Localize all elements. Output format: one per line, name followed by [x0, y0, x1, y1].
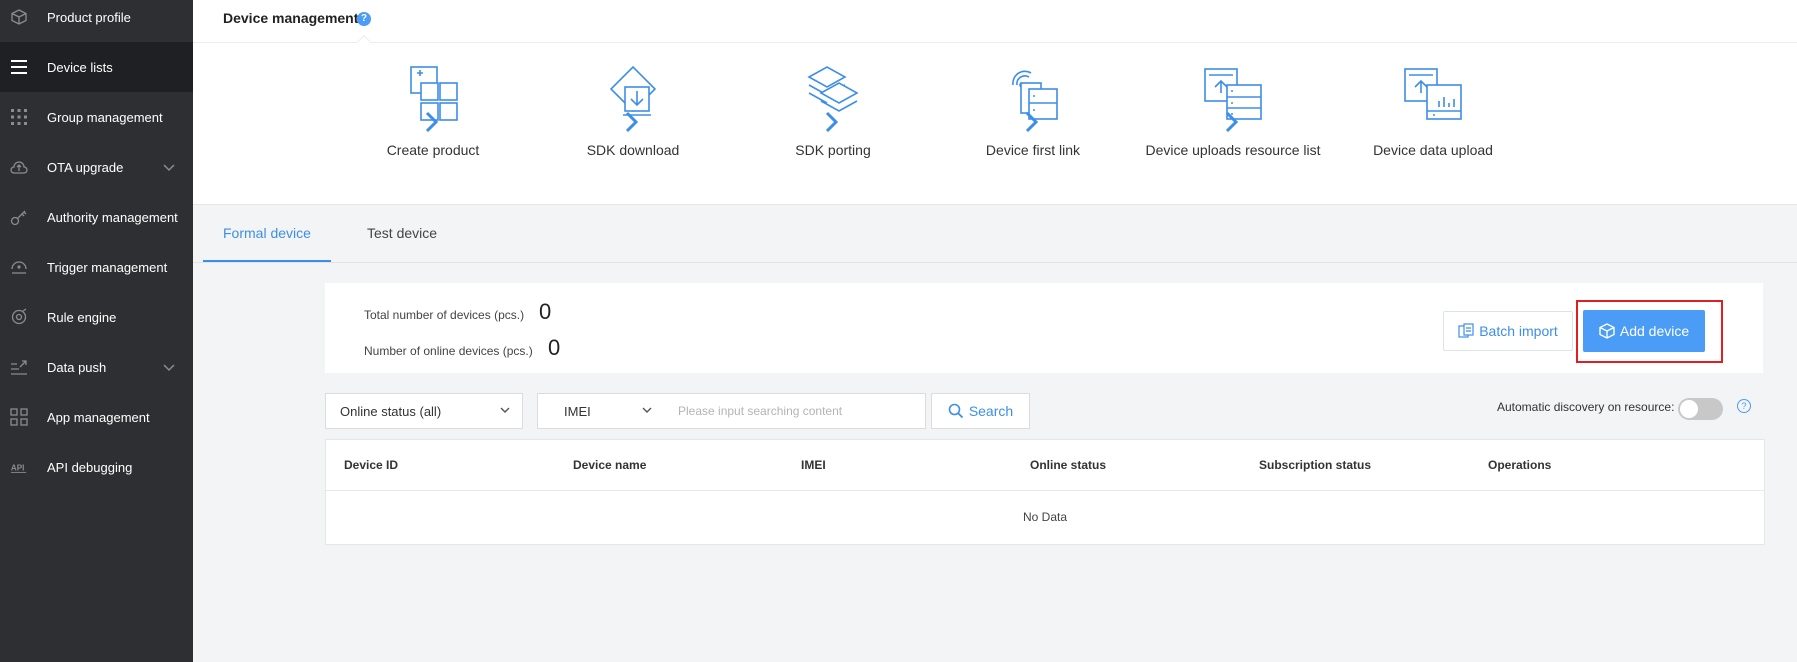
list-icon — [10, 58, 28, 76]
chevron-down-icon[interactable] — [163, 360, 175, 375]
active-tab-indicator — [203, 260, 331, 262]
sidebar-item-label: Rule engine — [47, 309, 117, 325]
online-status-select[interactable]: Online status (all) — [325, 393, 523, 429]
chevron-right-icon — [1025, 111, 1039, 133]
step-label: Device uploads resource list — [1145, 142, 1321, 158]
sidebar-item-rule-engine[interactable]: Rule engine — [0, 292, 193, 342]
search-input[interactable] — [664, 393, 926, 429]
onboarding-steps: Create product SDK download SDK porting … — [193, 43, 1797, 205]
highlight-box — [1576, 300, 1723, 363]
apps-icon — [10, 408, 28, 426]
step-device-data-upload[interactable]: Device data upload — [1333, 63, 1533, 158]
sidebar-item-device-lists[interactable]: Device lists — [0, 42, 193, 92]
auto-discovery-toggle[interactable] — [1678, 398, 1723, 420]
empty-state: No Data — [1022, 510, 1068, 524]
auto-discovery-label: Automatic discovery on resource: — [1497, 400, 1675, 414]
column-header[interactable]: Subscription status — [1259, 458, 1371, 472]
column-header[interactable]: Operations — [1488, 458, 1551, 472]
grid-dots-icon — [10, 108, 28, 126]
toggle-knob — [1680, 400, 1698, 418]
sidebar-item-label: OTA upgrade — [47, 159, 124, 175]
sidebar-item-label: Group management — [47, 109, 163, 125]
chevron-right-icon — [625, 111, 639, 133]
api-icon: API — [10, 458, 28, 476]
sidebar-item-app-management[interactable]: App management — [0, 392, 193, 442]
search-icon — [948, 403, 963, 419]
cloud-upload-icon — [10, 158, 28, 176]
key-icon — [10, 208, 28, 226]
sidebar-item-api-debugging[interactable]: API API debugging — [0, 442, 193, 492]
sidebar-item-label: App management — [47, 409, 150, 425]
sidebar-item-product-profile[interactable]: Product profile — [0, 0, 193, 42]
sidebar-item-group-management[interactable]: Group management — [0, 92, 193, 142]
data-upload-icon — [1395, 63, 1471, 131]
chevron-down-icon — [500, 407, 510, 413]
step-label: Device data upload — [1373, 142, 1493, 158]
sidebar-item-ota-upgrade[interactable]: OTA upgrade — [0, 142, 193, 192]
online-devices-value: 0 — [548, 335, 561, 360]
step-label: SDK porting — [795, 142, 871, 158]
sidebar-item-data-push[interactable]: Data push — [0, 342, 193, 392]
column-header[interactable]: Online status — [1030, 458, 1106, 472]
device-table: Device ID Device name IMEI Online status… — [325, 439, 1765, 545]
help-icon[interactable]: ? — [357, 12, 371, 26]
sidebar-item-label: Authority management — [47, 209, 178, 225]
batch-import-label: Batch import — [1479, 323, 1558, 339]
column-header[interactable]: Device ID — [344, 458, 398, 472]
svg-text:API: API — [11, 464, 24, 473]
chevron-down-icon — [642, 407, 652, 413]
sidebar-item-label: Device lists — [47, 59, 113, 75]
batch-import-icon — [1458, 323, 1474, 338]
batch-import-button[interactable]: Batch import — [1443, 311, 1573, 351]
help-icon[interactable]: ? — [1737, 399, 1751, 413]
sidebar: Product profile Device lists Group manag… — [0, 0, 193, 662]
step-label: Create product — [386, 142, 480, 158]
sidebar-item-label: Data push — [47, 359, 107, 375]
sidebar-item-authority-management[interactable]: Authority management — [0, 192, 193, 242]
push-icon — [10, 358, 28, 376]
column-header[interactable]: Device name — [573, 458, 646, 472]
column-header[interactable]: IMEI — [801, 458, 826, 472]
gear-icon — [10, 308, 28, 326]
online-status-value: Online status (all) — [340, 403, 442, 419]
chevron-down-icon[interactable] — [163, 160, 175, 175]
trigger-icon — [10, 258, 28, 276]
chevron-right-icon — [425, 111, 439, 133]
search-field-value: IMEI — [564, 403, 591, 419]
total-devices-label: Total number of devices (pcs.) — [364, 308, 525, 322]
table-header: Device ID Device name IMEI Online status… — [326, 440, 1764, 491]
search-field-select[interactable]: IMEI — [537, 393, 665, 429]
chevron-right-icon — [1225, 111, 1239, 133]
step-label: Device first link — [985, 142, 1081, 158]
page-title: Device management — [223, 10, 359, 26]
sidebar-item-label: Product profile — [47, 9, 131, 25]
search-button-label: Search — [968, 403, 1014, 419]
tab-test-device[interactable]: Test device — [367, 225, 437, 241]
sidebar-item-label: Trigger management — [47, 259, 168, 275]
tab-formal-device[interactable]: Formal device — [223, 225, 311, 241]
sidebar-item-label: API debugging — [47, 459, 133, 475]
page-header: Device management ? — [193, 0, 1797, 50]
cube-icon — [10, 8, 28, 26]
step-label: SDK download — [586, 142, 680, 158]
device-stats-card: Total number of devices (pcs.) 0 Number … — [325, 283, 1763, 373]
search-button[interactable]: Search — [931, 393, 1030, 429]
chevron-right-icon — [825, 111, 839, 133]
device-tabs: Formal device Test device — [193, 205, 1797, 263]
total-devices-value: 0 — [539, 299, 552, 324]
sidebar-item-trigger-management[interactable]: Trigger management — [0, 242, 193, 292]
online-devices-label: Number of online devices (pcs.) — [364, 344, 533, 358]
